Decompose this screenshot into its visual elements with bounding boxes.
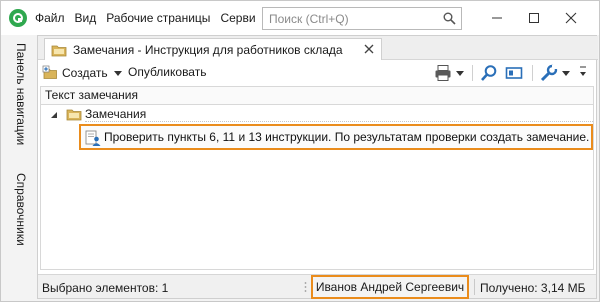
note-user-icon xyxy=(85,130,101,146)
maximize-button[interactable] xyxy=(526,10,542,26)
row-divider xyxy=(85,121,593,122)
folder-document-icon xyxy=(51,45,67,56)
grip-icon xyxy=(304,282,307,292)
menu-view[interactable]: Вид xyxy=(75,11,97,25)
tree-note-label: Проверить пункты 6, 11 и 13 инструкции. … xyxy=(104,130,590,144)
create-button-label: Создать xyxy=(62,66,108,80)
view-toggle-button[interactable] xyxy=(505,64,523,82)
panel-view-icon xyxy=(505,67,523,79)
create-document-icon xyxy=(42,65,57,79)
search-icon[interactable] xyxy=(443,12,456,25)
minimize-icon xyxy=(492,17,502,19)
folder-icon xyxy=(66,109,82,121)
toolbar-divider xyxy=(472,65,473,81)
chevron-down-icon xyxy=(562,70,570,76)
main-menu: Файл Вид Рабочие страницы Серви xyxy=(35,1,261,35)
toolbar: Создать Опубликовать xyxy=(38,60,596,86)
search-box xyxy=(262,7,462,30)
close-icon xyxy=(565,12,577,24)
tab-references[interactable]: Справочники xyxy=(8,173,28,246)
status-selected-count: Выбрано элементов: 1 xyxy=(42,281,169,295)
printer-icon xyxy=(435,65,451,81)
find-button[interactable] xyxy=(480,64,498,82)
toolbar-divider xyxy=(532,65,533,81)
menu-service[interactable]: Серви xyxy=(220,11,255,25)
close-icon[interactable] xyxy=(363,43,375,55)
maximize-icon xyxy=(529,13,539,23)
magnifier-icon xyxy=(481,65,497,81)
document-area: Замечания - Инструкция для работников ск… xyxy=(37,35,598,299)
tree-row-note[interactable]: Проверить пункты 6, 11 и 13 инструкции. … xyxy=(79,124,593,150)
menu-file[interactable]: Файл xyxy=(35,11,65,25)
wrench-icon xyxy=(540,64,558,82)
overflow-chevron-icon xyxy=(580,66,586,76)
print-button[interactable] xyxy=(434,64,464,82)
status-divider xyxy=(474,279,475,295)
tree-folder-label: Замечания xyxy=(85,107,147,121)
status-user-label: Иванов Андрей Сергеевич xyxy=(315,280,465,294)
publish-button-label: Опубликовать xyxy=(128,65,207,79)
menu-work-pages[interactable]: Рабочие страницы xyxy=(106,11,210,25)
document-tab-title: Замечания - Инструкция для работников ск… xyxy=(73,42,343,57)
minimize-button[interactable] xyxy=(489,10,505,26)
status-bar: Выбрано элементов: 1 Иванов Андрей Серге… xyxy=(38,274,596,299)
create-button[interactable]: Создать xyxy=(42,65,122,81)
app-window: Файл Вид Рабочие страницы Серви Поиск (C… xyxy=(0,0,600,302)
app-logo-icon[interactable] xyxy=(9,9,27,27)
status-current-user[interactable]: Иванов Андрей Сергеевич xyxy=(311,275,469,299)
publish-button[interactable]: Опубликовать xyxy=(128,65,206,79)
notes-grid: Текст замечания Замечания Проверить пунк… xyxy=(40,86,594,270)
title-bar: Файл Вид Рабочие страницы Серви xyxy=(1,1,599,35)
document-tab[interactable]: Замечания - Инструкция для работников ск… xyxy=(44,38,382,60)
chevron-down-icon xyxy=(113,70,122,76)
status-received-bytes: Получено: 3,14 МБ xyxy=(480,281,586,295)
search-input[interactable] xyxy=(263,11,441,26)
close-button[interactable] xyxy=(563,10,579,26)
tree-row-folder[interactable]: Замечания xyxy=(41,106,593,124)
column-header-text[interactable]: Текст замечания xyxy=(41,87,593,105)
tree-expander-icon[interactable] xyxy=(50,111,58,119)
toolbar-overflow-button[interactable] xyxy=(578,63,588,81)
settings-button[interactable] xyxy=(540,64,570,82)
chevron-down-icon xyxy=(456,70,464,76)
document-tab-strip: Замечания - Инструкция для работников ск… xyxy=(38,36,598,60)
tab-navigation-panel[interactable]: Панель навигации xyxy=(8,43,28,145)
left-panel: Панель навигации Справочники xyxy=(1,35,35,301)
